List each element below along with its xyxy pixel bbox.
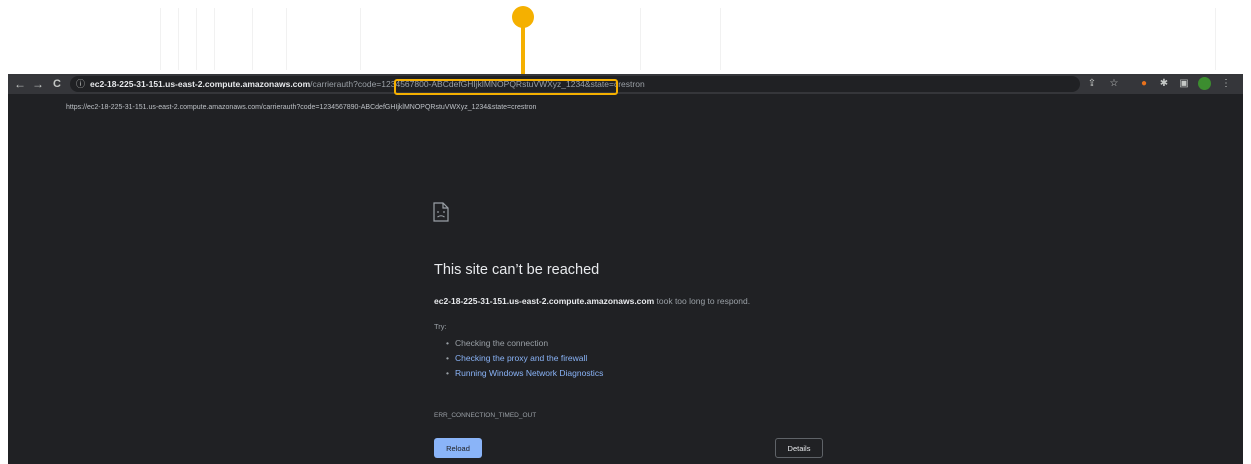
callout-marker-line [521, 26, 525, 80]
faint-line [196, 8, 197, 70]
sad-document-icon [433, 202, 449, 222]
suggestion-proxy-firewall-link[interactable]: Checking the proxy and the firewall [455, 353, 587, 363]
callout-marker-dot [512, 6, 534, 28]
suggestion-item: • Running Windows Network Diagnostics [446, 368, 604, 378]
error-title: This site can’t be reached [434, 262, 600, 278]
page-url-text: https://ec2-18-225-31-151.us-east-2.comp… [66, 104, 537, 111]
error-page: https://ec2-18-225-31-151.us-east-2.comp… [8, 94, 1243, 464]
faint-line [286, 8, 287, 70]
faint-line [214, 8, 215, 70]
extension-icon[interactable]: ● [1137, 77, 1151, 91]
faint-line [640, 8, 641, 70]
faint-line [1215, 8, 1216, 70]
faint-line [720, 8, 721, 70]
try-label: Try: [434, 322, 447, 331]
back-arrow-icon[interactable]: ← [12, 76, 28, 92]
error-host: ec2-18-225-31-151.us-east-2.compute.amaz… [434, 296, 655, 306]
faint-line [360, 8, 361, 70]
suggestion-check-connection: Checking the connection [454, 338, 549, 348]
suggestion-list: • Checking the connection • Checking the p… [446, 336, 603, 381]
error-message-text: took too long to respond. [654, 296, 751, 306]
url-path: /carrierauth?code= [310, 79, 382, 89]
details-button[interactable]: Details [775, 438, 823, 458]
error-code: ERR_CONNECTION_TIMED_OUT [434, 412, 537, 419]
suggestion-item: • Checking the connection [446, 338, 549, 348]
faint-line [160, 8, 161, 70]
screenshot: ← → C ⓘ ec2-18-225-31-151.us-east-2.comp… [0, 0, 1251, 464]
reload-button[interactable]: Reload [434, 438, 482, 458]
site-info-icon[interactable]: ⓘ [76, 76, 85, 92]
error-message: ec2-18-225-31-151.us-east-2.compute.amaz… [434, 296, 750, 306]
faint-line [178, 8, 179, 70]
callout-highlight-box [394, 79, 618, 95]
faint-line [252, 8, 253, 70]
side-panel-icon[interactable]: ▣ [1177, 77, 1191, 91]
top-white-area [0, 0, 1251, 74]
profile-avatar[interactable] [1198, 77, 1211, 90]
browser-window: ← → C ⓘ ec2-18-225-31-151.us-east-2.comp… [8, 74, 1243, 464]
browser-toolbar: ← → C ⓘ ec2-18-225-31-151.us-east-2.comp… [8, 74, 1243, 94]
share-icon[interactable]: ⇪ [1085, 77, 1099, 91]
forward-arrow-icon[interactable]: → [30, 76, 46, 92]
puzzle-extensions-icon[interactable]: ✱ [1157, 77, 1171, 91]
suggestion-item: • Checking the proxy and the firewall [446, 353, 588, 363]
suggestion-network-diagnostics-link[interactable]: Running Windows Network Diagnostics [455, 368, 603, 378]
menu-kebab-icon[interactable]: ⋮ [1219, 77, 1233, 91]
extension-toolbar: ⇪ ☆ ● ✱ ▣ ⋮ [1085, 74, 1235, 94]
url-host: ec2-18-225-31-151.us-east-2.compute.amaz… [90, 79, 311, 89]
bookmark-star-icon[interactable]: ☆ [1107, 77, 1121, 91]
reload-icon[interactable]: C [49, 76, 65, 92]
